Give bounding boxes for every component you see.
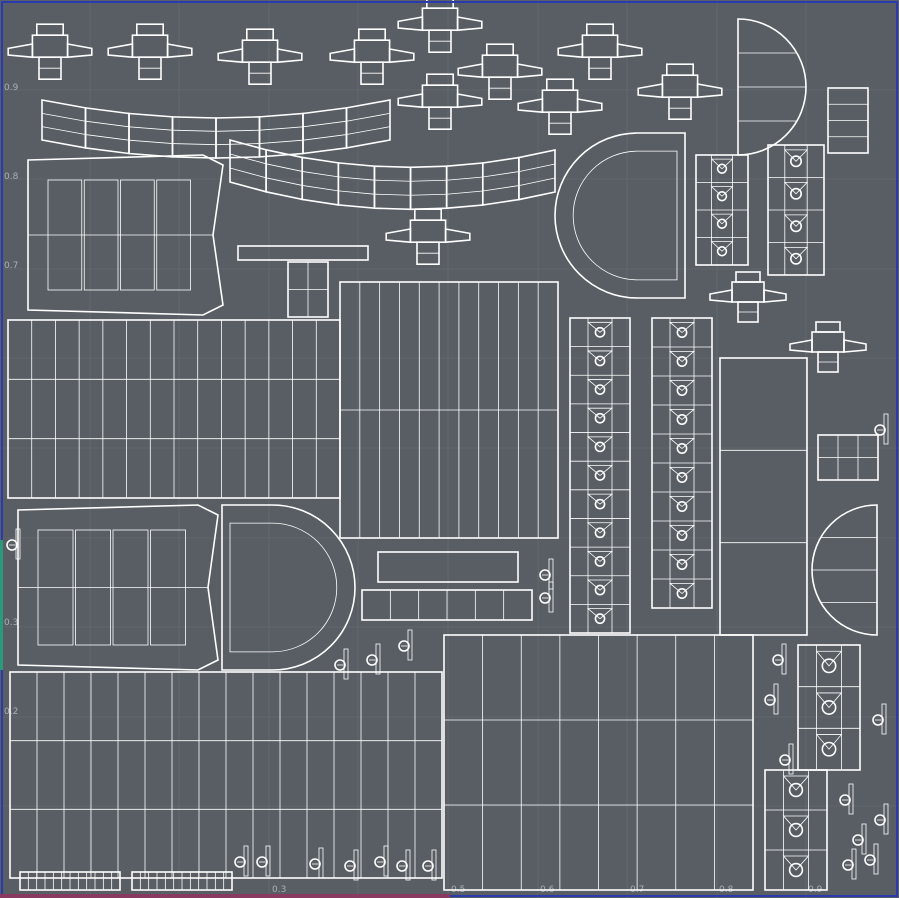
v-tick-0-3: 0.3 (4, 618, 18, 628)
v-tick-0-9: 0.9 (4, 83, 19, 93)
v-tick-0-8: 0.8 (4, 172, 19, 182)
u-tick-0-3: 0.3 (272, 885, 286, 895)
uv-background (0, 0, 899, 898)
v-tick-0-7: 0.7 (4, 261, 18, 271)
v-tick-0-2: 0.2 (4, 707, 18, 717)
uv-frame-left-accent (0, 540, 3, 670)
uv-layout-canvas[interactable]: 0.9 0.8 0.7 0.3 0.2 0.3 0.5 0.6 0.7 0.8 … (0, 0, 899, 898)
uv-frame-bottom-accent (0, 894, 450, 898)
uv-editor-viewport[interactable]: 0.9 0.8 0.7 0.3 0.2 0.3 0.5 0.6 0.7 0.8 … (0, 0, 899, 898)
